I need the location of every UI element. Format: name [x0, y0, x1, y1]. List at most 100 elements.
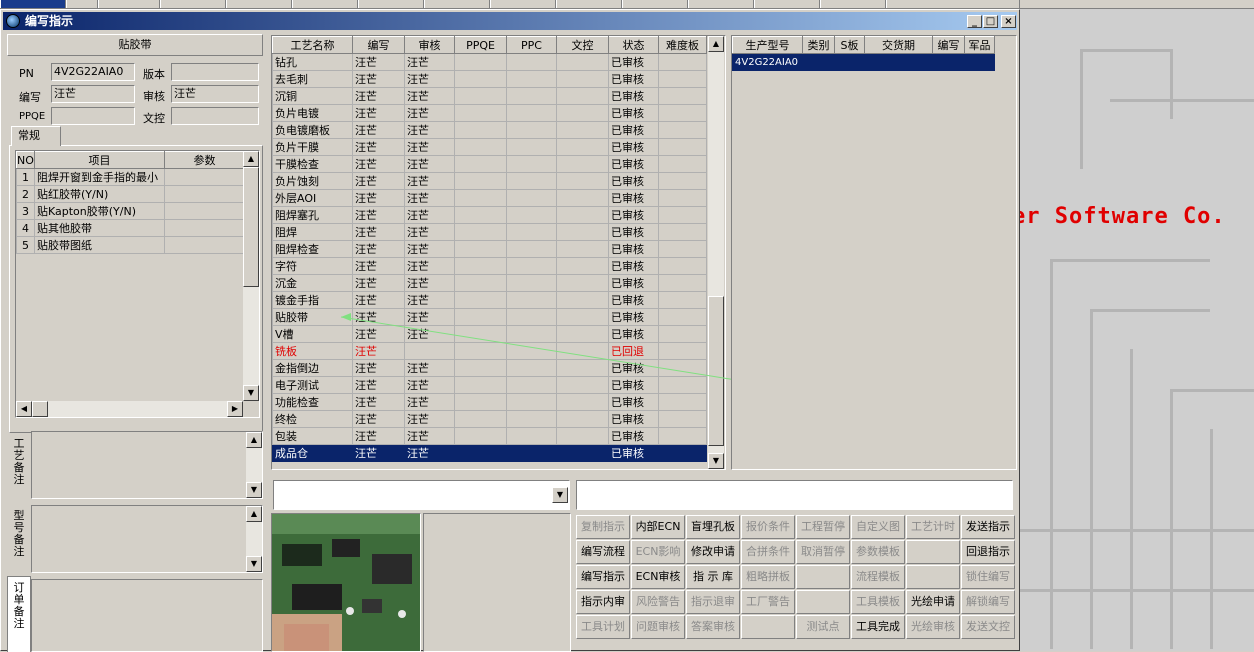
- scroll-up-icon[interactable]: ▲: [243, 151, 259, 167]
- difficulty-cell[interactable]: [658, 155, 707, 173]
- col-s-board[interactable]: S板: [834, 36, 865, 54]
- col-category[interactable]: 类别: [802, 36, 835, 54]
- col-item[interactable]: 项目: [34, 151, 165, 169]
- params-cell-no[interactable]: 2: [16, 185, 35, 203]
- process-row[interactable]: 沉金 汪芒 汪芒 已审核: [272, 274, 707, 292]
- action-button[interactable]: 指示退审: [686, 590, 740, 614]
- params-row[interactable]: 5 贴胶带图纸: [16, 236, 245, 254]
- col-reviewer[interactable]: 审核: [404, 36, 455, 54]
- status-cell[interactable]: 已审核: [608, 189, 659, 207]
- status-cell[interactable]: 已审核: [608, 104, 659, 122]
- process-name-cell[interactable]: 负片电镀: [272, 104, 353, 122]
- ppqe-cell[interactable]: [454, 138, 507, 156]
- author-cell[interactable]: 汪芒: [352, 291, 405, 309]
- doc-control-field[interactable]: [171, 107, 259, 125]
- model-cell-s[interactable]: [834, 53, 865, 71]
- difficulty-cell[interactable]: [658, 70, 707, 88]
- reviewer-cell[interactable]: 汪芒: [404, 172, 455, 190]
- doc-cell[interactable]: [556, 427, 609, 445]
- action-button[interactable]: 取消暂停: [796, 540, 850, 564]
- ppqe-cell[interactable]: [454, 87, 507, 105]
- scroll-down-icon[interactable]: ▼: [243, 385, 259, 401]
- action-button[interactable]: 问题审核: [631, 615, 685, 639]
- process-row[interactable]: 成品仓 汪芒 汪芒 已审核: [272, 444, 707, 462]
- action-button[interactable]: 编写流程: [576, 540, 630, 564]
- col-due-date[interactable]: 交货期: [864, 36, 933, 54]
- action-button[interactable]: 盲埋孔板: [686, 515, 740, 539]
- hscroll-thumb[interactable]: [32, 401, 48, 417]
- process-row[interactable]: 负片干膜 汪芒 汪芒 已审核: [272, 138, 707, 156]
- author-field[interactable]: 汪芒: [51, 85, 135, 103]
- difficulty-cell[interactable]: [658, 223, 707, 241]
- reviewer-cell[interactable]: 汪芒: [404, 257, 455, 275]
- reviewer-field[interactable]: 汪芒: [171, 85, 259, 103]
- reviewer-cell[interactable]: 汪芒: [404, 155, 455, 173]
- doc-cell[interactable]: [556, 393, 609, 411]
- author-cell[interactable]: 汪芒: [352, 138, 405, 156]
- author-cell[interactable]: 汪芒: [352, 155, 405, 173]
- ppqe-cell[interactable]: [454, 240, 507, 258]
- author-cell[interactable]: 汪芒: [352, 206, 405, 224]
- col-model-author[interactable]: 编写: [932, 36, 965, 54]
- author-cell[interactable]: 汪芒: [352, 257, 405, 275]
- params-row[interactable]: 1 阻焊开窗到金手指的最小: [16, 168, 245, 186]
- params-cell-no[interactable]: 1: [16, 168, 35, 186]
- reviewer-cell[interactable]: 汪芒: [404, 138, 455, 156]
- ppqe-cell[interactable]: [454, 291, 507, 309]
- ppc-cell[interactable]: [506, 240, 557, 258]
- params-cell-param[interactable]: [164, 202, 245, 220]
- ppc-cell[interactable]: [506, 444, 557, 462]
- difficulty-cell[interactable]: [658, 291, 707, 309]
- doc-cell[interactable]: [556, 189, 609, 207]
- params-row[interactable]: 4 贴其他胶带: [16, 219, 245, 237]
- process-row[interactable]: 负片电镀 汪芒 汪芒 已审核: [272, 104, 707, 122]
- process-name-cell[interactable]: 成品仓: [272, 444, 353, 462]
- action-button[interactable]: 答案审核: [686, 615, 740, 639]
- status-cell[interactable]: 已审核: [608, 121, 659, 139]
- action-button[interactable]: 复制指示: [576, 515, 630, 539]
- difficulty-cell[interactable]: [658, 444, 707, 462]
- action-button[interactable]: 测试点: [796, 615, 850, 639]
- title-bar[interactable]: 编写指示 _ □ ×: [3, 12, 1017, 30]
- action-button[interactable]: ECN审核: [631, 565, 685, 589]
- process-row[interactable]: 钻孔 汪芒 汪芒 已审核: [272, 53, 707, 71]
- action-button[interactable]: ECN影响: [631, 540, 685, 564]
- action-button[interactable]: 编写指示: [576, 565, 630, 589]
- doc-cell[interactable]: [556, 240, 609, 258]
- process-name-cell[interactable]: 阻焊检查: [272, 240, 353, 258]
- reviewer-cell[interactable]: 汪芒: [404, 393, 455, 411]
- difficulty-cell[interactable]: [658, 240, 707, 258]
- ppc-cell[interactable]: [506, 172, 557, 190]
- reviewer-cell[interactable]: 汪芒: [404, 240, 455, 258]
- model-row[interactable]: 4V2G22AIA0: [732, 53, 995, 71]
- process-name-cell[interactable]: 负电镀磨板: [272, 121, 353, 139]
- params-cell-no[interactable]: 4: [16, 219, 35, 237]
- model-cell-due[interactable]: [864, 53, 933, 71]
- process-row[interactable]: 外层AOI 汪芒 汪芒 已审核: [272, 189, 707, 207]
- difficulty-cell[interactable]: [658, 138, 707, 156]
- col-param[interactable]: 参数: [164, 151, 245, 169]
- reviewer-cell[interactable]: 汪芒: [404, 70, 455, 88]
- doc-cell[interactable]: [556, 87, 609, 105]
- action-button[interactable]: 工具计划: [576, 615, 630, 639]
- status-cell[interactable]: 已审核: [608, 393, 659, 411]
- doc-cell[interactable]: [556, 223, 609, 241]
- ppqe-cell[interactable]: [454, 53, 507, 71]
- difficulty-cell[interactable]: [658, 257, 707, 275]
- ppqe-cell[interactable]: [454, 274, 507, 292]
- process-row[interactable]: 负电镀磨板 汪芒 汪芒 已审核: [272, 121, 707, 139]
- author-cell[interactable]: 汪芒: [352, 104, 405, 122]
- process-name-cell[interactable]: 负片干膜: [272, 138, 353, 156]
- action-button[interactable]: 合拼条件: [741, 540, 795, 564]
- process-row[interactable]: 终检 汪芒 汪芒 已审核: [272, 410, 707, 428]
- ppc-cell[interactable]: [506, 291, 557, 309]
- model-cell-model[interactable]: 4V2G22AIA0: [732, 53, 803, 71]
- reviewer-cell[interactable]: 汪芒: [404, 223, 455, 241]
- status-cell[interactable]: 已审核: [608, 206, 659, 224]
- col-ppqe[interactable]: PPQE: [454, 36, 507, 54]
- process-row[interactable]: 阻焊 汪芒 汪芒 已审核: [272, 223, 707, 241]
- ppc-cell[interactable]: [506, 223, 557, 241]
- minimize-button[interactable]: _: [967, 15, 982, 28]
- action-button[interactable]: 工具模板: [851, 590, 905, 614]
- difficulty-cell[interactable]: [658, 121, 707, 139]
